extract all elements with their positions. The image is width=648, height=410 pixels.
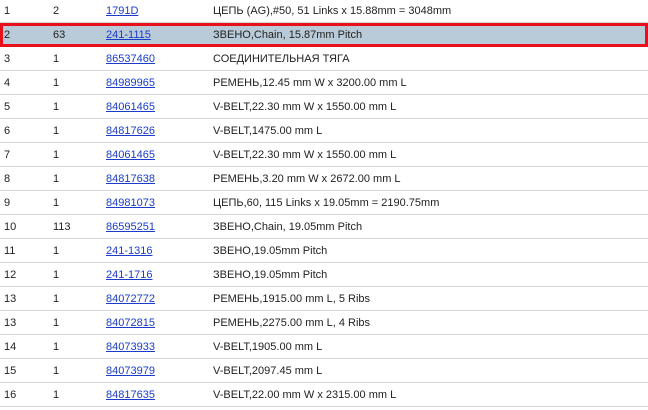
position-cell: 2 [4, 29, 11, 41]
description-cell: ЗВЕНО,Chain, 19.05mm Pitch [213, 221, 363, 233]
position-cell: 7 [4, 149, 11, 161]
part-number-link[interactable]: 84981073 [106, 191, 155, 215]
table-row[interactable]: 16 1 84817635 V-BELT,22.00 mm W x 2315.0… [0, 383, 648, 407]
description-cell: V-BELT,22.30 mm W x 1550.00 mm L [213, 149, 397, 161]
table-row[interactable]: 4 1 84989965 РЕМЕНЬ,12.45 mm W x 3200.00… [0, 71, 648, 95]
part-number-link[interactable]: 84989965 [106, 71, 155, 95]
position-cell: 13 [4, 293, 17, 305]
position-cell: 13 [4, 317, 17, 329]
description-cell: V-BELT,22.00 mm W x 2315.00 mm L [213, 389, 397, 401]
position-cell: 12 [4, 269, 17, 281]
description-cell: ЗВЕНО,19.05mm Pitch [213, 245, 328, 257]
part-number-link[interactable]: 84072815 [106, 311, 155, 335]
part-number-link[interactable]: 84817638 [106, 167, 155, 191]
table-row[interactable]: 8 1 84817638 РЕМЕНЬ,3.20 mm W x 2672.00 … [0, 167, 648, 191]
quantity-cell: 1 [53, 293, 60, 305]
quantity-cell: 1 [53, 197, 60, 209]
table-row[interactable]: 9 1 84981073 ЦЕПЬ,60, 115 Links x 19.05m… [0, 191, 648, 215]
quantity-cell: 2 [53, 5, 60, 17]
part-number-link[interactable]: 84073933 [106, 335, 155, 359]
table-row[interactable]: 11 1 241-1316 ЗВЕНО,19.05mm Pitch [0, 239, 648, 263]
position-cell: 6 [4, 125, 11, 137]
position-cell: 16 [4, 389, 17, 401]
description-cell: V-BELT,2097.45 mm L [213, 365, 323, 377]
quantity-cell: 1 [53, 365, 60, 377]
quantity-cell: 1 [53, 317, 60, 329]
quantity-cell: 1 [53, 173, 60, 185]
quantity-cell: 1 [53, 245, 60, 257]
table-row[interactable]: 7 1 84061465 V-BELT,22.30 mm W x 1550.00… [0, 143, 648, 167]
part-number-link[interactable]: 84073979 [106, 359, 155, 383]
table-row[interactable]: 15 1 84073979 V-BELT,2097.45 mm L [0, 359, 648, 383]
table-row[interactable]: 5 1 84061465 V-BELT,22.30 mm W x 1550.00… [0, 95, 648, 119]
part-number-link[interactable]: 241-1316 [106, 239, 153, 263]
table-row[interactable]: 14 1 84073933 V-BELT,1905.00 mm L [0, 335, 648, 359]
position-cell: 11 [4, 245, 16, 257]
part-number-link[interactable]: 84817626 [106, 119, 155, 143]
part-number-link[interactable]: 84817635 [106, 383, 155, 407]
description-cell: ЦЕПЬ,60, 115 Links x 19.05mm = 2190.75mm [213, 197, 440, 209]
description-cell: ЗВЕНО,19.05mm Pitch [213, 269, 328, 281]
description-cell: ЦЕПЬ (AG),#50, 51 Links x 15.88mm = 3048… [213, 5, 452, 17]
description-cell: РЕМЕНЬ,12.45 mm W x 3200.00 mm L [213, 77, 407, 89]
position-cell: 8 [4, 173, 11, 185]
position-cell: 9 [4, 197, 11, 209]
quantity-cell: 63 [53, 29, 66, 41]
part-number-link[interactable]: 84061465 [106, 95, 155, 119]
quantity-cell: 1 [53, 149, 60, 161]
position-cell: 15 [4, 365, 17, 377]
position-cell: 10 [4, 221, 17, 233]
quantity-cell: 1 [53, 269, 60, 281]
description-cell: РЕМЕНЬ,2275.00 mm L, 4 Ribs [213, 317, 371, 329]
part-number-link[interactable]: 84072772 [106, 287, 155, 311]
quantity-cell: 113 [53, 221, 71, 233]
quantity-cell: 1 [53, 53, 60, 65]
part-number-link[interactable]: 1791D [106, 0, 138, 23]
quantity-cell: 1 [53, 101, 60, 113]
table-row[interactable]: 13 1 84072815 РЕМЕНЬ,2275.00 mm L, 4 Rib… [0, 311, 648, 335]
part-number-link[interactable]: 241-1115 [106, 23, 151, 47]
description-cell: РЕМЕНЬ,3.20 mm W x 2672.00 mm L [213, 173, 401, 185]
position-cell: 4 [4, 77, 11, 89]
quantity-cell: 1 [53, 77, 60, 89]
description-cell: V-BELT,1905.00 mm L [213, 341, 323, 353]
table-row[interactable]: 13 1 84072772 РЕМЕНЬ,1915.00 mm L, 5 Rib… [0, 287, 648, 311]
description-cell: V-BELT,22.30 mm W x 1550.00 mm L [213, 101, 397, 113]
quantity-cell: 1 [53, 341, 60, 353]
description-cell: V-BELT,1475.00 mm L [213, 125, 323, 137]
position-cell: 14 [4, 341, 17, 353]
part-number-link[interactable]: 86595251 [106, 215, 155, 239]
position-cell: 5 [4, 101, 11, 113]
quantity-cell: 1 [53, 125, 60, 137]
part-number-link[interactable]: 84061465 [106, 143, 155, 167]
quantity-cell: 1 [53, 389, 60, 401]
part-number-link[interactable]: 241-1716 [106, 263, 153, 287]
description-cell: ЗВЕНО,Chain, 15.87mm Pitch [213, 29, 363, 41]
description-cell: РЕМЕНЬ,1915.00 mm L, 5 Ribs [213, 293, 371, 305]
table-row[interactable]: 12 1 241-1716 ЗВЕНО,19.05mm Pitch [0, 263, 648, 287]
part-number-link[interactable]: 86537460 [106, 47, 155, 71]
table-row[interactable]: 10 113 86595251 ЗВЕНО,Chain, 19.05mm Pit… [0, 215, 648, 239]
table-row-selected[interactable]: 2 63 241-1115 ЗВЕНО,Chain, 15.87mm Pitch [0, 23, 648, 47]
table-row[interactable]: 1 2 1791D ЦЕПЬ (AG),#50, 51 Links x 15.8… [0, 0, 648, 23]
parts-table: 1 2 1791D ЦЕПЬ (AG),#50, 51 Links x 15.8… [0, 0, 648, 407]
description-cell: СОЕДИНИТЕЛЬНАЯ ТЯГА [213, 53, 350, 65]
table-row[interactable]: 6 1 84817626 V-BELT,1475.00 mm L [0, 119, 648, 143]
position-cell: 1 [4, 5, 11, 17]
table-row[interactable]: 3 1 86537460 СОЕДИНИТЕЛЬНАЯ ТЯГА [0, 47, 648, 71]
position-cell: 3 [4, 53, 11, 65]
